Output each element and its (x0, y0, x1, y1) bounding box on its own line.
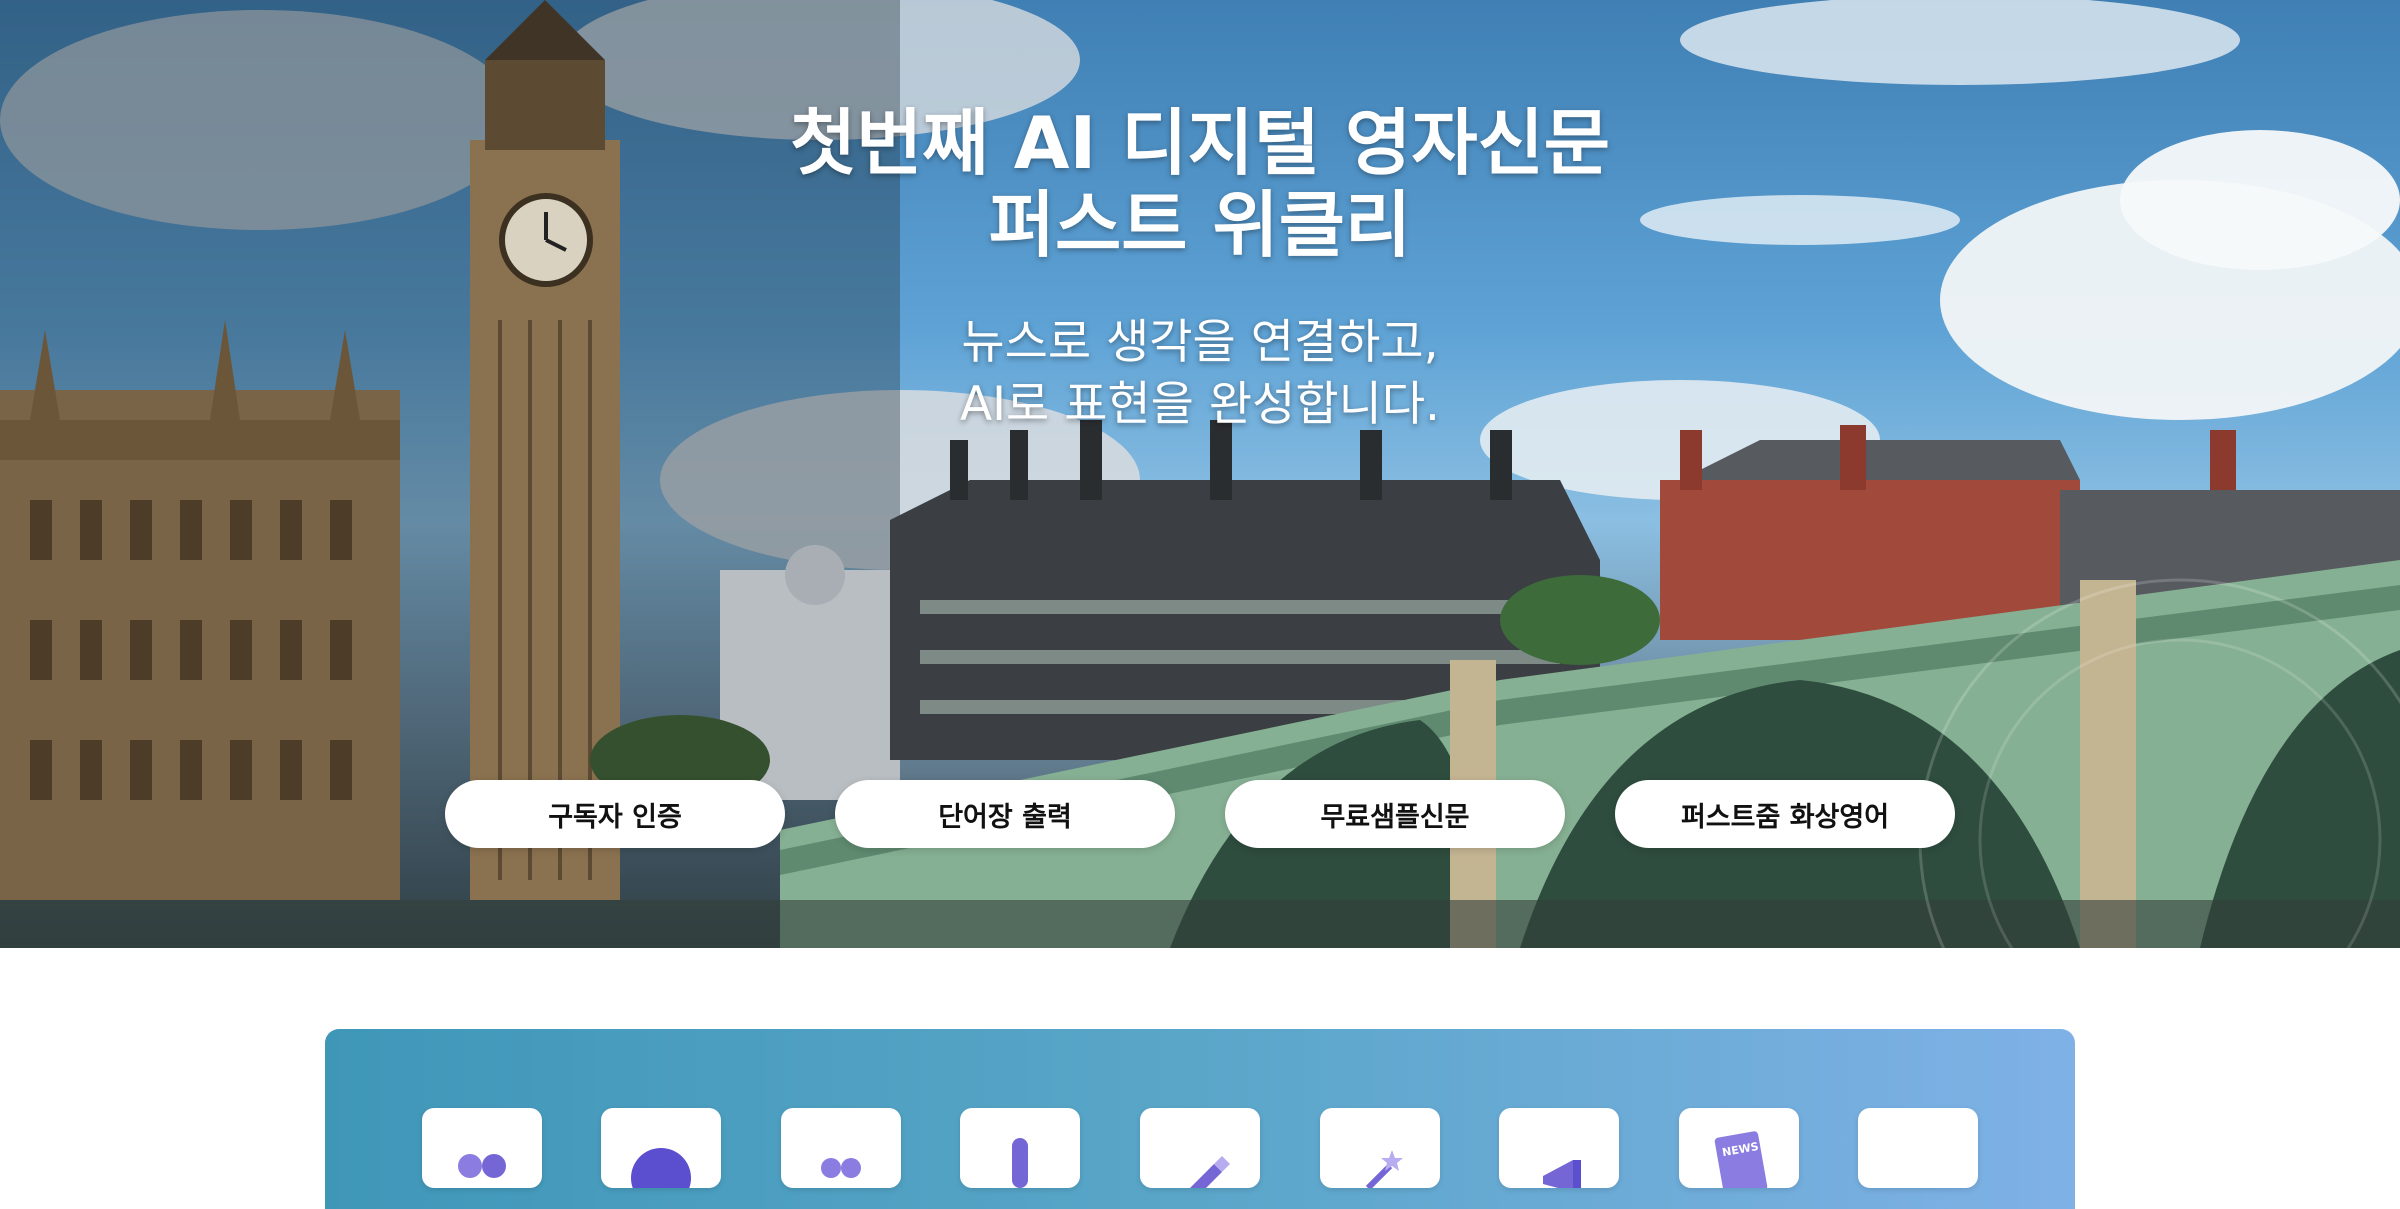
feature-tile-people[interactable] (422, 1108, 542, 1188)
people-icon (458, 1154, 506, 1178)
feature-tile-globe[interactable] (601, 1108, 721, 1188)
feature-tile-group[interactable] (781, 1108, 901, 1188)
globe-icon (631, 1148, 691, 1188)
feature-tile-book[interactable] (1858, 1108, 1978, 1188)
megaphone-icon (1543, 1160, 1581, 1188)
feature-tile-pencil[interactable] (1140, 1108, 1260, 1188)
subscriber-verify-button[interactable]: 구독자 인증 (445, 780, 785, 848)
feature-tile-news[interactable]: NEWS (1679, 1108, 1799, 1188)
hero-subtitle-line2: AI로 표현을 완성합니다. (960, 377, 1440, 432)
hero-title-line1: 첫번째 AI 디지털 영자신문 (789, 101, 1611, 185)
hero-subtitle: 뉴스로 생각을 연결하고, AI로 표현을 완성합니다. (0, 312, 2400, 436)
group-icon (821, 1158, 861, 1178)
hero-title: 첫번째 AI 디지털 영자신문 퍼스트 위클리 (0, 102, 2400, 266)
book-icon (1858, 1108, 1978, 1188)
magic-wand-icon (1365, 1150, 1403, 1188)
microphone-icon (1012, 1138, 1028, 1188)
feature-tile-magic[interactable] (1320, 1108, 1440, 1188)
pencil-icon (1190, 1156, 1230, 1188)
hero-banner: 첫번째 AI 디지털 영자신문 퍼스트 위클리 뉴스로 생각을 연결하고, AI… (0, 0, 2400, 948)
news-icon: NEWS (1714, 1131, 1768, 1188)
vocabulary-print-button[interactable]: 단어장 출력 (835, 780, 1175, 848)
feature-tile-microphone[interactable] (960, 1108, 1080, 1188)
free-sample-newspaper-button[interactable]: 무료샘플신문 (1225, 780, 1565, 848)
hero-subtitle-line1: 뉴스로 생각을 연결하고, (961, 315, 1439, 370)
first-zoom-video-english-button[interactable]: 퍼스트줌 화상영어 (1615, 780, 1955, 848)
feature-tile-megaphone[interactable] (1499, 1108, 1619, 1188)
hero-title-line2: 퍼스트 위클리 (988, 183, 1412, 267)
